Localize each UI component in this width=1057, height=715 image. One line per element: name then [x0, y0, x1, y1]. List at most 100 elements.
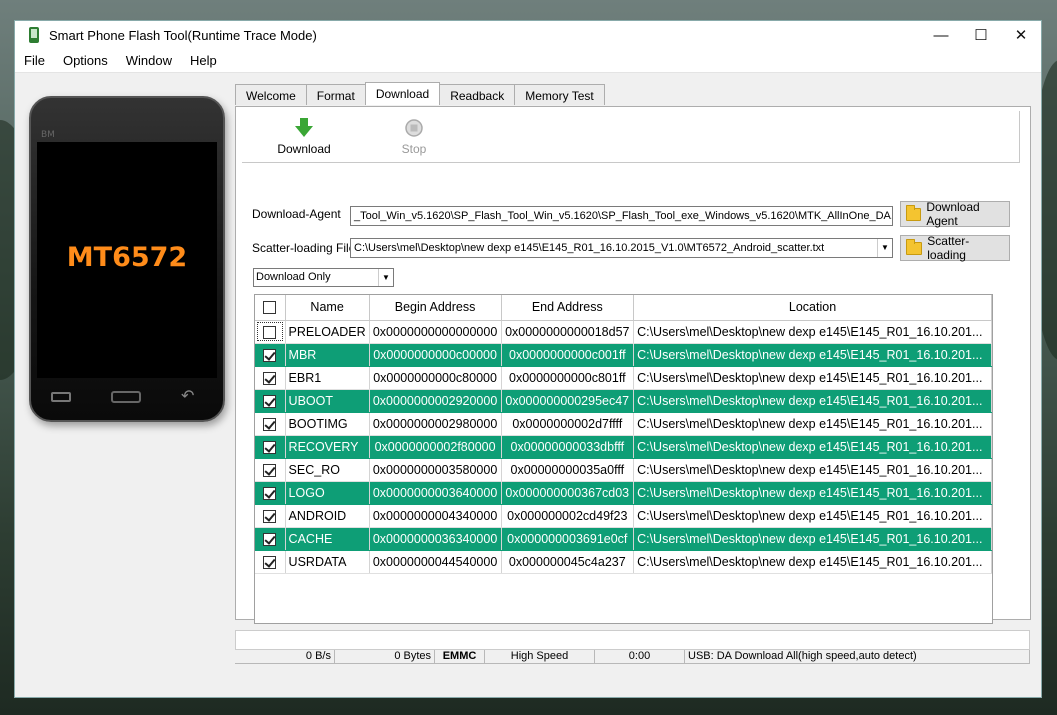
download-arrow-icon [295, 118, 313, 137]
cell-end: 0x0000000002d7ffff [501, 412, 635, 436]
cell-location: C:\Users\mel\Desktop\new dexp e145\E145_… [633, 366, 992, 390]
cell-name: UBOOT [285, 389, 370, 413]
cell-begin: 0x0000000002980000 [369, 412, 502, 436]
tab-welcome[interactable]: Welcome [235, 84, 307, 105]
table-row[interactable]: CACHE 0x0000000036340000 0x000000003691e0c… [255, 527, 992, 551]
checkbox-icon[interactable] [263, 463, 277, 477]
table-row[interactable]: PRELOADER 0x0000000000000000 0x00000000000… [255, 320, 992, 344]
column-header-location[interactable]: Location [633, 295, 992, 321]
cell-begin: 0x0000000000000000 [369, 320, 502, 344]
table-row[interactable]: USRDATA 0x0000000044540000 0x000000045c4a2… [255, 550, 992, 574]
download-agent-button[interactable]: Download Agent [900, 200, 1010, 228]
row-checkbox-cell[interactable] [255, 343, 286, 367]
checkbox-icon[interactable] [263, 348, 277, 362]
row-checkbox-cell[interactable] [255, 527, 286, 551]
column-header-end-address[interactable]: End Address [501, 295, 635, 321]
dropdown-arrow-icon[interactable]: ▼ [378, 269, 393, 286]
checkbox-icon[interactable] [263, 417, 277, 431]
cell-end: 0x000000045c4a237 [501, 550, 635, 574]
cell-end: 0x0000000000c001ff [501, 343, 635, 367]
table-row[interactable]: ANDROID 0x0000000004340000 0x000000002cd49… [255, 504, 992, 528]
table-row[interactable]: EBR1 0x0000000000c80000 0x0000000000c801ff… [255, 366, 992, 390]
checkbox-icon[interactable] [263, 371, 277, 385]
checkbox-icon[interactable] [263, 394, 277, 408]
menu-options[interactable]: Options [54, 53, 117, 68]
cell-name: BOOTIMG [285, 412, 370, 436]
table-row[interactable]: LOGO 0x0000000003640000 0x000000000367cd03… [255, 481, 992, 505]
table-row[interactable]: BOOTIMG 0x0000000002980000 0x0000000002d7f… [255, 412, 992, 436]
scatter-loading-button[interactable]: Scatter-loading [900, 234, 1010, 262]
cell-name: CACHE [285, 527, 370, 551]
table-row[interactable]: SEC_RO 0x0000000003580000 0x00000000035a0f… [255, 458, 992, 482]
row-checkbox-cell[interactable] [255, 435, 286, 459]
cell-location: C:\Users\mel\Desktop\new dexp e145\E145_… [633, 481, 992, 505]
folder-icon [906, 204, 922, 221]
menu-file[interactable]: File [15, 53, 54, 68]
cell-location: C:\Users\mel\Desktop\new dexp e145\E145_… [633, 343, 992, 367]
table-header: Name Begin Address End Address Location [255, 295, 992, 321]
menu-key-icon [51, 392, 71, 402]
checkbox-icon[interactable] [263, 532, 277, 546]
row-checkbox-cell[interactable] [255, 412, 286, 436]
phone-buttons: ↶ [51, 388, 203, 406]
cell-end: 0x000000003691e0cf [501, 527, 635, 551]
window-title: Smart Phone Flash Tool(Runtime Trace Mod… [49, 27, 317, 43]
stop-button[interactable]: Stop [384, 117, 444, 156]
download-mode-select[interactable]: Download Only ▼ [253, 268, 394, 287]
cell-end: 0x000000000367cd03 [501, 481, 635, 505]
row-checkbox-cell[interactable] [255, 366, 286, 390]
tab-download[interactable]: Download [364, 82, 441, 105]
checkbox-icon[interactable] [263, 486, 277, 500]
row-checkbox-cell[interactable] [255, 550, 286, 574]
row-checkbox-cell[interactable] [255, 481, 286, 505]
column-header-begin-address[interactable]: Begin Address [369, 295, 502, 321]
scatter-path-combo[interactable]: C:\Users\mel\Desktop\new dexp e145\E145_… [350, 238, 893, 258]
row-checkbox-cell[interactable] [255, 458, 286, 482]
menu-window[interactable]: Window [117, 53, 181, 68]
back-key-icon: ↶ [181, 386, 195, 405]
tab-bar: Welcome Format Download Readback Memory … [235, 82, 605, 105]
row-checkbox-cell[interactable] [255, 389, 286, 413]
cell-location: C:\Users\mel\Desktop\new dexp e145\E145_… [633, 412, 992, 436]
table-row[interactable]: MBR 0x0000000000c00000 0x0000000000c001ff C… [255, 343, 992, 367]
cell-location: C:\Users\mel\Desktop\new dexp e145\E145_… [633, 458, 992, 482]
download-button[interactable]: Download [274, 117, 334, 156]
close-button[interactable]: ✕ [1001, 21, 1041, 49]
scatter-path-value: C:\Users\mel\Desktop\new dexp e145\E145_… [354, 242, 825, 254]
checkbox-icon[interactable] [263, 509, 277, 523]
cell-begin: 0x0000000000c00000 [369, 343, 502, 367]
scatter-label: Scatter-loading File [252, 241, 356, 255]
partition-table: Name Begin Address End Address Location … [254, 294, 993, 624]
phone-model-label: MT6572 [66, 242, 188, 273]
cell-name: PRELOADER [285, 320, 370, 344]
menu-bar: File Options Window Help [15, 49, 1041, 73]
column-header-name[interactable]: Name [285, 295, 370, 321]
row-checkbox-cell[interactable] [255, 320, 286, 344]
table-row[interactable]: RECOVERY 0x0000000002f80000 0x00000000033d… [255, 435, 992, 459]
menu-help[interactable]: Help [181, 53, 226, 68]
tab-readback[interactable]: Readback [439, 84, 516, 105]
row-checkbox-cell[interactable] [255, 504, 286, 528]
download-panel: Download Stop Download-Agent _Tool_Win_v… [235, 106, 1031, 624]
status-bar: 0 B/s 0 Bytes EMMC High Speed 0:00 USB: … [235, 650, 1030, 664]
checkbox-icon[interactable] [263, 325, 277, 339]
checkbox-icon[interactable] [263, 555, 277, 569]
table-row[interactable]: UBOOT 0x0000000002920000 0x000000000295ec4… [255, 389, 992, 413]
cell-begin: 0x0000000002920000 [369, 389, 502, 413]
stop-button-label: Stop [401, 142, 427, 156]
status-bytes: 0 Bytes [335, 650, 435, 664]
app-window: Smart Phone Flash Tool(Runtime Trace Mod… [14, 20, 1042, 698]
checkbox-icon[interactable] [263, 440, 277, 454]
download-agent-path[interactable]: _Tool_Win_v5.1620\SP_Flash_Tool_Win_v5.1… [350, 206, 893, 226]
cell-end: 0x00000000033dbfff [501, 435, 635, 459]
tab-memory-test[interactable]: Memory Test [514, 84, 605, 105]
home-key-icon [111, 391, 141, 403]
dropdown-arrow-icon[interactable]: ▼ [877, 239, 892, 257]
select-all-checkbox[interactable] [255, 295, 286, 321]
folder-icon [906, 238, 923, 255]
tab-format[interactable]: Format [305, 84, 366, 105]
maximize-button[interactable]: ☐ [961, 21, 1001, 49]
minimize-button[interactable]: — [921, 21, 961, 49]
cell-begin: 0x0000000004340000 [369, 504, 502, 528]
cell-end: 0x000000002cd49f23 [501, 504, 635, 528]
